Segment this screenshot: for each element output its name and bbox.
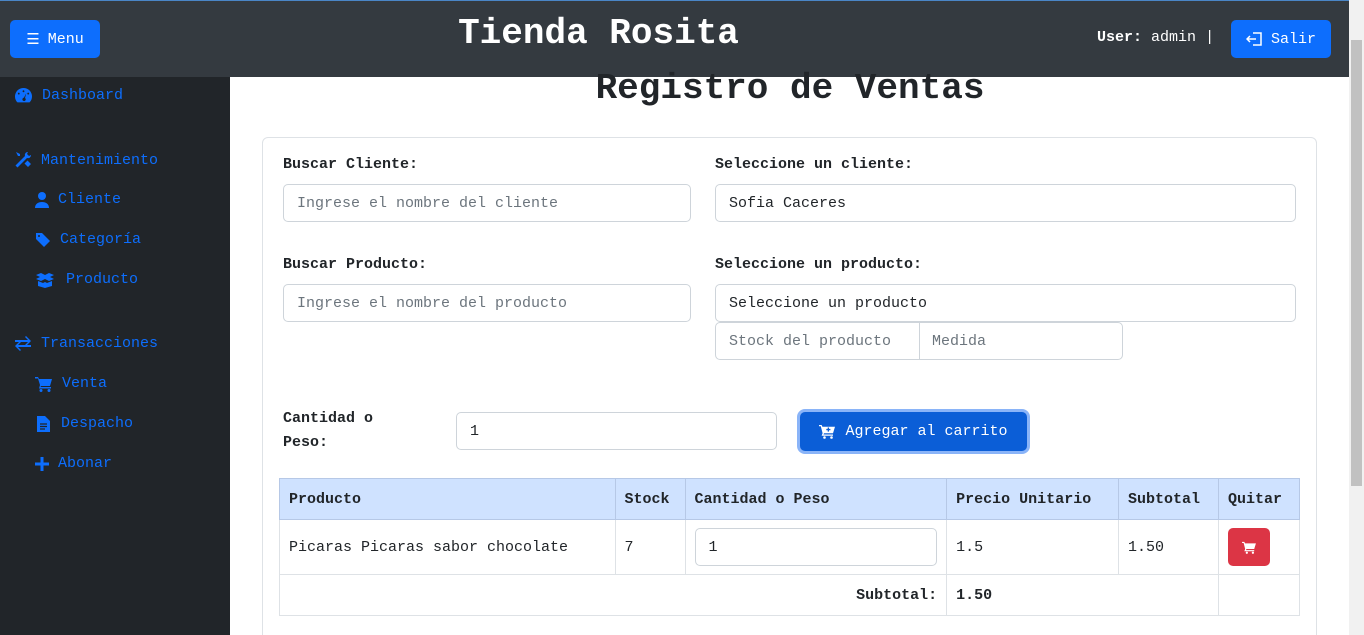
sidebar-item-categoria[interactable]: Categoría <box>35 231 141 248</box>
sidebar-item-cliente[interactable]: Cliente <box>35 191 121 208</box>
sidebar: Dashboard Mantenimiento Cliente Categorí… <box>0 77 230 635</box>
tools-icon <box>15 151 32 168</box>
user-name: admin <box>1151 29 1197 46</box>
cart-plus-icon <box>819 425 836 439</box>
remove-item-button[interactable] <box>1227 528 1270 566</box>
logout-button[interactable]: Salir <box>1231 20 1331 58</box>
sidebar-item-label: Venta <box>62 375 108 392</box>
sidebar-item-label: Cliente <box>58 191 122 208</box>
sidebar-item-producto[interactable]: Producto <box>35 271 138 288</box>
sidebar-item-label: Mantenimiento <box>41 151 159 169</box>
cell-producto: Picaras Picaras sabor chocolate <box>279 519 616 575</box>
product-search-input[interactable]: Ingrese el nombre del producto <box>283 284 691 322</box>
app-title: Tienda Rosita <box>458 13 739 54</box>
cell-precio: 1.5 <box>946 519 1119 575</box>
sidebar-item-transacciones[interactable]: Transacciones <box>14 335 158 352</box>
add-to-cart-button[interactable]: Agregar al carrito <box>800 412 1027 451</box>
cart-table: Producto Stock Cantidad o Peso Precio Un… <box>278 478 1301 616</box>
product-select[interactable]: Seleccione un producto <box>715 284 1296 322</box>
speedometer-icon <box>15 87 33 103</box>
arrows-swap-icon <box>15 335 31 351</box>
tag-icon <box>36 232 50 247</box>
column-header-producto: Producto <box>279 478 616 520</box>
cart-icon <box>35 376 52 392</box>
column-header-quitar: Quitar <box>1217 478 1301 520</box>
plus-icon <box>35 456 49 471</box>
sidebar-item-label: Abonar <box>58 455 113 472</box>
subtotal-value: 1.50 <box>946 574 1119 616</box>
column-header-precio: Precio Unitario <box>946 478 1119 520</box>
sidebar-item-label: Producto <box>66 271 139 288</box>
column-header-stock: Stock <box>614 478 686 520</box>
seleccione-cliente-label: Seleccione un cliente: <box>715 156 914 173</box>
add-to-cart-label: Agregar al carrito <box>845 423 1008 440</box>
buscar-cliente-label: Buscar Cliente: <box>283 156 419 173</box>
sidebar-item-label: Dashboard <box>42 87 124 104</box>
user-label: User: <box>1097 29 1143 46</box>
sidebar-item-label: Categoría <box>60 231 142 248</box>
sidebar-item-despacho[interactable]: Despacho <box>37 415 133 432</box>
page-scrollbar-thumb[interactable] <box>1351 40 1362 486</box>
buscar-producto-label: Buscar Producto: <box>283 256 428 273</box>
sidebar-item-label: Despacho <box>61 415 134 432</box>
cell-quitar <box>1217 519 1301 575</box>
cantidad-label-line2: Peso: <box>283 434 329 451</box>
cell-stock: 7 <box>614 519 686 575</box>
client-search-input[interactable]: Ingrese el nombre del cliente <box>283 184 691 222</box>
logout-icon <box>1245 32 1262 46</box>
sidebar-item-abonar[interactable]: Abonar <box>35 455 112 472</box>
cell-subtotal: 1.50 <box>1118 519 1219 575</box>
logout-button-label: Salir <box>1270 30 1316 48</box>
user-separator: | <box>1205 29 1215 46</box>
row-quantity-input[interactable]: 1 <box>694 528 938 566</box>
subtotal-empty-cell <box>1217 574 1301 616</box>
user-info: User: admin | <box>1097 29 1214 46</box>
page-title: Registro de Ventas <box>595 68 985 109</box>
quantity-input[interactable]: 1 <box>456 412 777 450</box>
cantidad-label-line1: Cantidad o <box>283 410 374 427</box>
person-icon <box>35 191 49 208</box>
column-header-cantidad: Cantidad o Peso <box>684 478 948 520</box>
boxes-icon <box>36 272 54 288</box>
client-select[interactable]: Sofia Caceres <box>715 184 1296 222</box>
subtotal-row: Subtotal: 1.50 <box>278 574 1301 616</box>
cart-x-icon <box>1242 541 1256 554</box>
column-header-subtotal: Subtotal <box>1118 478 1219 520</box>
top-navbar: ☰ Menu Tienda Rosita User: admin | Salir <box>0 0 1364 77</box>
table-header-row: Producto Stock Cantidad o Peso Precio Un… <box>279 478 1301 520</box>
sidebar-item-dashboard[interactable]: Dashboard <box>14 87 123 104</box>
sidebar-item-venta[interactable]: Venta <box>35 375 107 392</box>
cell-cantidad: 1 <box>684 519 948 575</box>
seleccione-producto-label: Seleccione un producto: <box>715 256 923 273</box>
stock-field[interactable]: Stock del producto <box>715 322 920 360</box>
sidebar-item-mantenimiento[interactable]: Mantenimiento <box>14 151 158 169</box>
document-icon <box>37 415 50 432</box>
subtotal-label: Subtotal: <box>278 574 948 616</box>
subtotal-filler-cell <box>1118 574 1219 616</box>
table-row: Picaras Picaras sabor chocolate 7 1 1.5 … <box>279 519 1301 575</box>
sidebar-item-label: Transacciones <box>41 335 159 352</box>
medida-field[interactable]: Medida <box>919 322 1123 360</box>
